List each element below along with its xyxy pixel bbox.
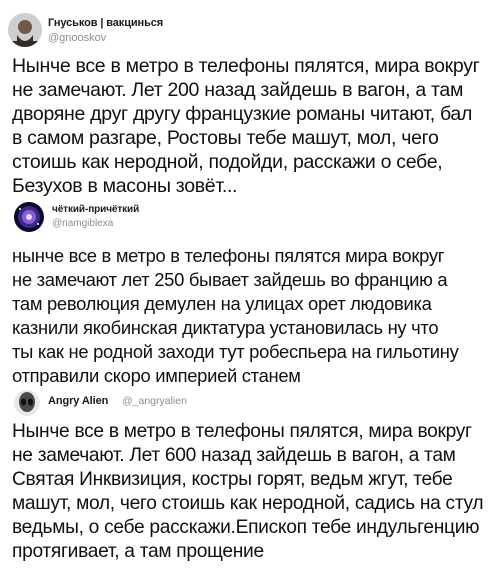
author-name[interactable]: Angry Alien: [48, 395, 108, 407]
avatar[interactable]: [14, 390, 40, 416]
tweet-text: Нынче все в метро в телефоны пялятся, ми…: [12, 420, 492, 564]
text-line: Святая Инквизиция, костры горят, ведьм ж…: [12, 469, 453, 490]
text-line: нынче все в метро в телефоны пялятся мир…: [12, 245, 445, 266]
tweet-text: нынче все в метро в телефоны пялятся мир…: [12, 244, 492, 388]
text-line: ведьмы, о себе расскажи.Епископ тебе инд…: [12, 517, 480, 538]
text-line: Нынче все в метро в телефоны пялятся, ми…: [12, 421, 472, 442]
text-line: ты как не родной заходи тут робеспьера н…: [12, 341, 459, 362]
author-name[interactable]: чёткий-причёткий: [52, 204, 139, 215]
text-line: казнили якобинская диктатура установилас…: [12, 317, 439, 338]
author-handle[interactable]: @gnooskov: [48, 32, 106, 44]
author-name[interactable]: Гнуськов | вакцинься: [48, 17, 163, 29]
text-line: отправили скоро империей станем: [12, 365, 301, 386]
tweet-text: Нынче все в метро в телефоны пялятся, ми…: [12, 54, 492, 198]
avatar[interactable]: [8, 13, 42, 47]
text-line: там революция демулен на улицах орет люд…: [12, 293, 432, 314]
text-line: стоишь как неродной, подойди, расскажи о…: [12, 151, 443, 173]
bearded-man-icon: [8, 13, 42, 47]
text-line: машут, мол, чего стоишь как неродной, са…: [12, 493, 484, 514]
author-handle[interactable]: @namgiblexa: [52, 218, 113, 229]
alien-icon: [14, 390, 40, 416]
text-line: не замечают. Лет 200 назад зайдешь в ваг…: [12, 79, 464, 101]
text-line: не замечают. Лет 600 назад зайдешь в ваг…: [12, 445, 456, 466]
avatar[interactable]: [14, 202, 44, 232]
text-line: в самом разгаре, Ростовы тебе машут, мол…: [12, 127, 439, 149]
author-handle[interactable]: @_angryalien: [122, 395, 187, 407]
text-line: протягивает, а там прощение: [12, 541, 264, 562]
text-line: Нынче все в метро в телефоны пялятся, ми…: [12, 55, 480, 77]
text-line: не замечают лет 250 бывает зайдешь во фр…: [12, 269, 448, 290]
galaxy-icon: [14, 202, 44, 232]
text-line: Безухов в масоны зовёт...: [12, 175, 238, 197]
text-line: дворяне друг другу французкие романы чит…: [12, 103, 473, 125]
